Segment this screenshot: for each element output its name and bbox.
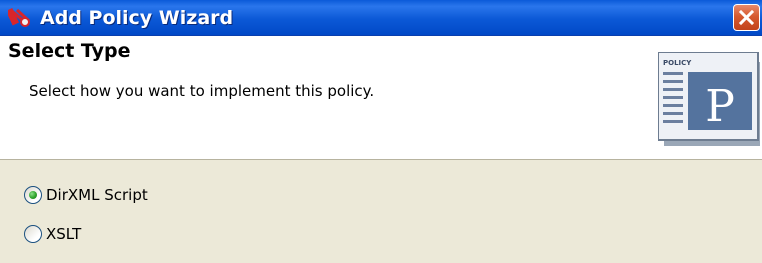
option-label-xslt: XSLT [46,225,82,243]
policy-letter: P [705,81,735,132]
policy-document-icon: POLICY P [658,52,760,146]
radio-button-dirxml-script[interactable] [24,186,42,204]
option-dirxml-script[interactable]: DirXML Script [24,183,148,207]
page-heading: Select Type [8,40,131,62]
title-bar: Add Policy Wizard [0,0,762,36]
policy-doc-label: POLICY [663,59,692,67]
wizard-app-icon [8,8,31,27]
page-subtitle: Select how you want to implement this po… [29,82,375,100]
radio-selected-dot [29,191,37,199]
close-button[interactable] [733,4,760,31]
close-x-icon [738,9,755,26]
window-title: Add Policy Wizard [40,7,234,29]
radio-button-xslt[interactable] [24,225,42,243]
option-label-dirxml-script: DirXML Script [46,186,148,204]
option-xslt[interactable]: XSLT [24,222,81,246]
